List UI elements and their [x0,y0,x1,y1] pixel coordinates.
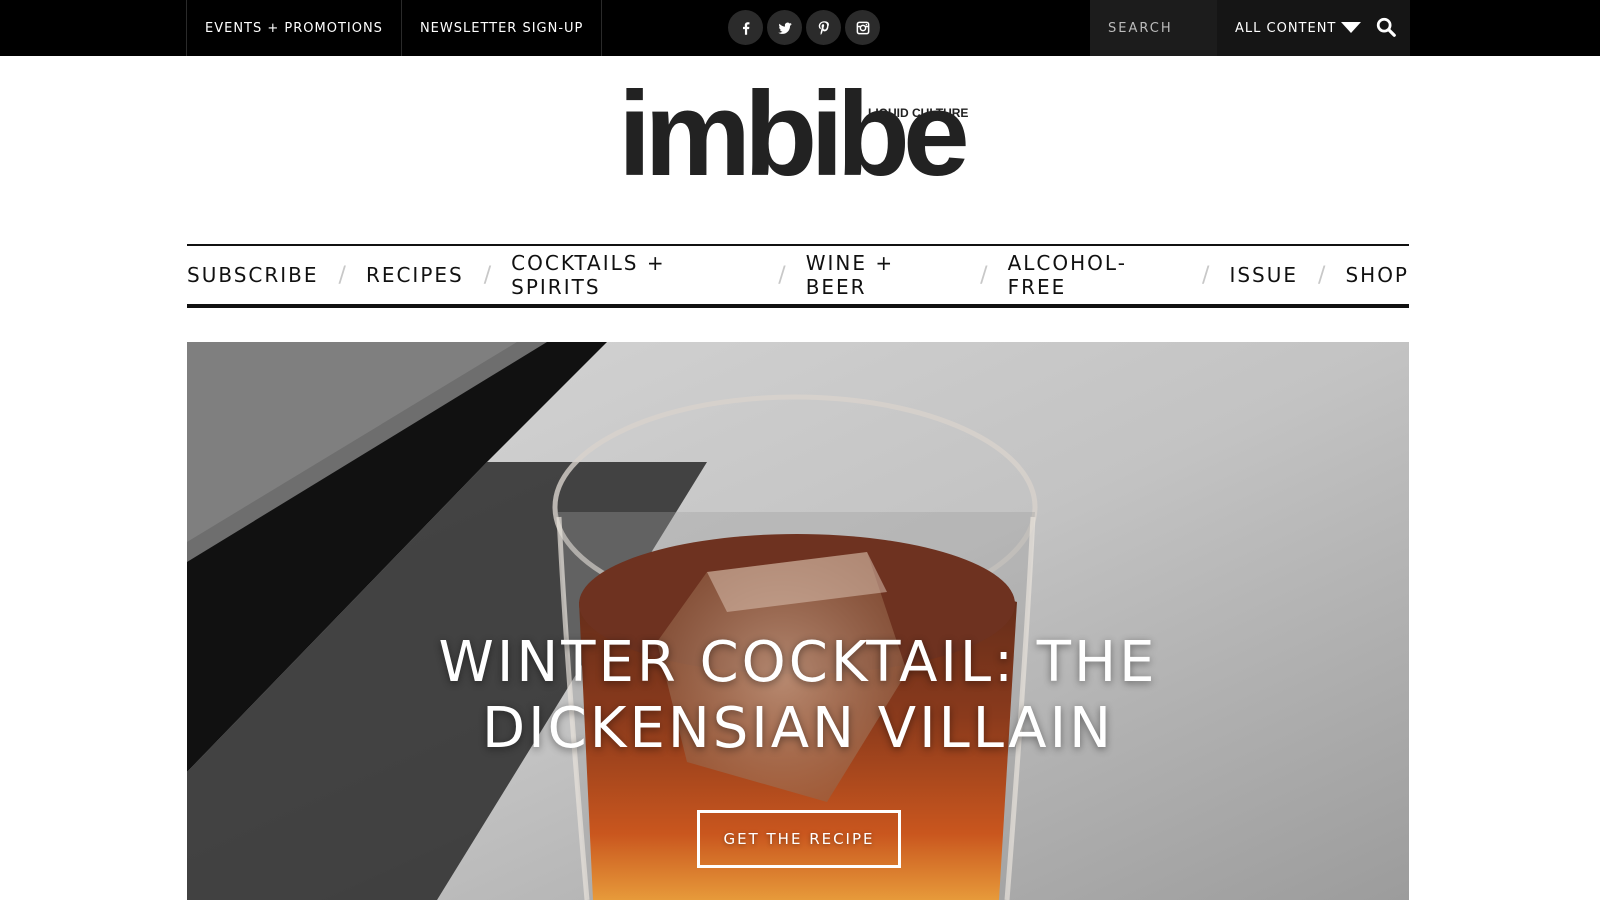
pinterest-icon[interactable] [806,10,841,45]
nav-item-alcohol-free[interactable]: ALCOHOL-FREE [1008,251,1182,299]
hero-title[interactable]: WINTER COCKTAIL: THE DICKENSIAN VILLAIN [187,630,1409,762]
facebook-icon[interactable] [728,10,763,45]
chevron-down-icon [1341,22,1361,33]
nav-separator: / [483,262,492,288]
logo-tagline: LIQUID CULTURE [868,106,969,120]
content-filter-value: ALL CONTENT [1235,20,1337,36]
events-promotions-link[interactable]: EVENTS + PROMOTIONS [186,0,401,56]
newsletter-signup-link[interactable]: NEWSLETTER SIGN-UP [400,0,603,56]
nav-item-issue[interactable]: ISSUE [1229,263,1298,287]
nav-separator: / [338,262,346,288]
nav-separator: / [778,262,786,288]
logo-wordmark: imbibe [618,67,970,201]
nav-separator: / [1202,262,1210,288]
social-icons [728,10,880,45]
top-links: EVENTS + PROMOTIONS NEWSLETTER SIGN-UP [186,0,603,56]
nav-item-cocktails-spirits[interactable]: COCKTAILS + SPIRITS [511,251,758,299]
twitter-icon[interactable] [767,10,802,45]
instagram-icon[interactable] [845,10,880,45]
hero-feature[interactable]: WINTER COCKTAIL: THE DICKENSIAN VILLAIN … [187,342,1409,900]
search-input[interactable]: SEARCH [1090,0,1217,56]
nav-item-shop[interactable]: SHOP [1345,263,1409,287]
nav-item-wine-beer[interactable]: WINE + BEER [806,251,960,299]
nav-item-subscribe[interactable]: SUBSCRIBE [187,263,319,287]
top-bar: EVENTS + PROMOTIONS NEWSLETTER SIGN-UP S… [0,0,1600,56]
nav-separator: / [1318,262,1326,288]
nav-item-recipes[interactable]: RECIPES [366,263,464,287]
nav-separator: / [980,262,988,288]
hero-title-line1: WINTER COCKTAIL: THE [438,630,1158,695]
site-logo[interactable]: imbibe LIQUID CULTURE [618,74,978,202]
main-nav: SUBSCRIBE / RECIPES / COCKTAILS + SPIRIT… [187,244,1409,308]
content-filter-select[interactable]: ALL CONTENT [1217,0,1410,56]
search-icon[interactable] [1375,16,1397,38]
hero-title-line2: DICKENSIAN VILLAIN [481,696,1115,761]
get-the-recipe-button[interactable]: GET THE RECIPE [697,810,901,868]
